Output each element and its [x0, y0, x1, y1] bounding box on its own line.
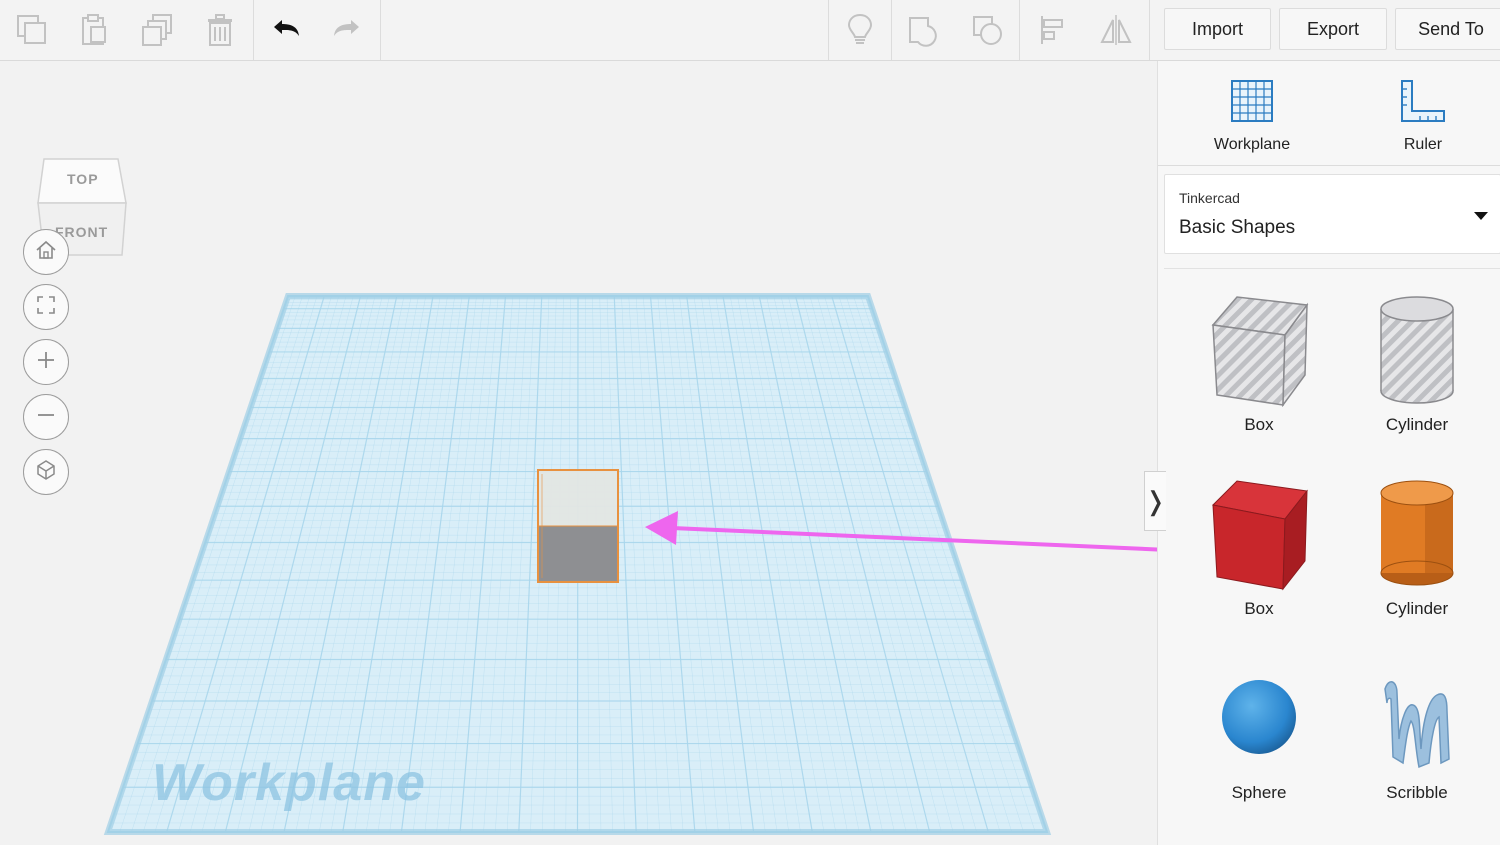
- ruler-tool[interactable]: Ruler: [1338, 61, 1500, 165]
- toolbar-spacer: [381, 0, 829, 60]
- shape-cylinder[interactable]: Cylinder: [1342, 475, 1492, 645]
- view-cube-top-label[interactable]: TOP: [67, 171, 99, 187]
- redo-icon[interactable]: [323, 6, 371, 54]
- workplane-grid-icon: [1229, 77, 1275, 130]
- sidebar-collapse-toggle[interactable]: ❭: [1144, 471, 1166, 531]
- panel-divider: [1158, 165, 1500, 166]
- hole-box-icon: [1211, 296, 1309, 407]
- 3d-viewport[interactable]: Workplane TOP FRONT: [0, 61, 1157, 845]
- ruler-tool-label: Ruler: [1403, 136, 1443, 153]
- group-icon[interactable]: [900, 6, 948, 54]
- copy-icon[interactable]: [8, 6, 56, 54]
- notes-icon[interactable]: [836, 6, 884, 54]
- sphere-icon: [1222, 680, 1296, 754]
- library-provider: Tinkercad: [1179, 190, 1240, 206]
- group-tools: [892, 0, 1020, 60]
- arrange-tools: [1020, 0, 1150, 60]
- workplane-tool-label: Workplane: [1213, 136, 1291, 153]
- hole-cylinder-icon: [1380, 296, 1454, 404]
- home-view-icon: [34, 238, 58, 267]
- shape-library-dropdown[interactable]: Tinkercad Basic Shapes: [1164, 174, 1500, 254]
- shapes-panel: Workplane Ruler Tinkercad Basic Shapes B…: [1157, 61, 1500, 845]
- delete-icon[interactable]: [196, 6, 244, 54]
- shape-sphere[interactable]: Sphere: [1184, 659, 1334, 829]
- paste-icon[interactable]: [69, 6, 117, 54]
- shape-box[interactable]: Box: [1184, 475, 1334, 645]
- mirror-icon[interactable]: [1092, 6, 1140, 54]
- shape-label: Cylinder: [1385, 599, 1449, 618]
- workplane-grid[interactable]: [0, 61, 1157, 845]
- perspective-icon: [34, 458, 58, 487]
- fit-all-icon: [34, 293, 58, 322]
- align-icon[interactable]: [1028, 6, 1076, 54]
- duplicate-icon[interactable]: [134, 6, 182, 54]
- zoom-in-icon: [34, 348, 58, 377]
- solid-box-icon: [1211, 480, 1308, 591]
- fit-all-button[interactable]: [23, 284, 69, 330]
- ungroup-icon[interactable]: [964, 6, 1012, 54]
- caret-down-icon: [1474, 212, 1488, 220]
- shape-label: Sphere: [1231, 783, 1287, 802]
- import-button[interactable]: Import: [1164, 8, 1271, 50]
- zoom-in-button[interactable]: [23, 339, 69, 385]
- edit-group: [0, 0, 254, 60]
- shape-cylinder-hole[interactable]: Cylinder: [1342, 291, 1492, 461]
- shape-label: Scribble: [1386, 783, 1448, 802]
- top-toolbar: Import Export Send To: [0, 0, 1500, 61]
- workplane-tool[interactable]: Workplane: [1167, 61, 1337, 165]
- shape-label: Box: [1244, 415, 1274, 434]
- perspective-button[interactable]: [23, 449, 69, 495]
- zoom-out-button[interactable]: [23, 394, 69, 440]
- workplane-watermark: Workplane: [152, 754, 426, 812]
- undo-icon[interactable]: [262, 6, 310, 54]
- shape-scribble[interactable]: Scribble: [1342, 659, 1492, 829]
- tinkercad-editor: Import Export Send To Workplane TOP FRON…: [0, 0, 1500, 845]
- shape-label: Cylinder: [1385, 415, 1449, 434]
- history-group: [254, 0, 381, 60]
- export-button[interactable]: Export: [1279, 8, 1387, 50]
- home-view-button[interactable]: [23, 229, 69, 275]
- library-category: Basic Shapes: [1179, 217, 1296, 238]
- notes-group: [829, 0, 892, 60]
- placed-box[interactable]: [537, 469, 619, 583]
- shape-label: Box: [1244, 599, 1274, 618]
- scribble-icon: [1384, 681, 1450, 769]
- send-to-button[interactable]: Send To: [1395, 8, 1500, 50]
- shape-box-hole[interactable]: Box: [1184, 291, 1334, 461]
- panel-divider: [1164, 268, 1500, 269]
- zoom-out-icon: [34, 403, 58, 432]
- solid-cylinder-icon: [1380, 480, 1454, 586]
- ruler-icon: [1398, 77, 1448, 130]
